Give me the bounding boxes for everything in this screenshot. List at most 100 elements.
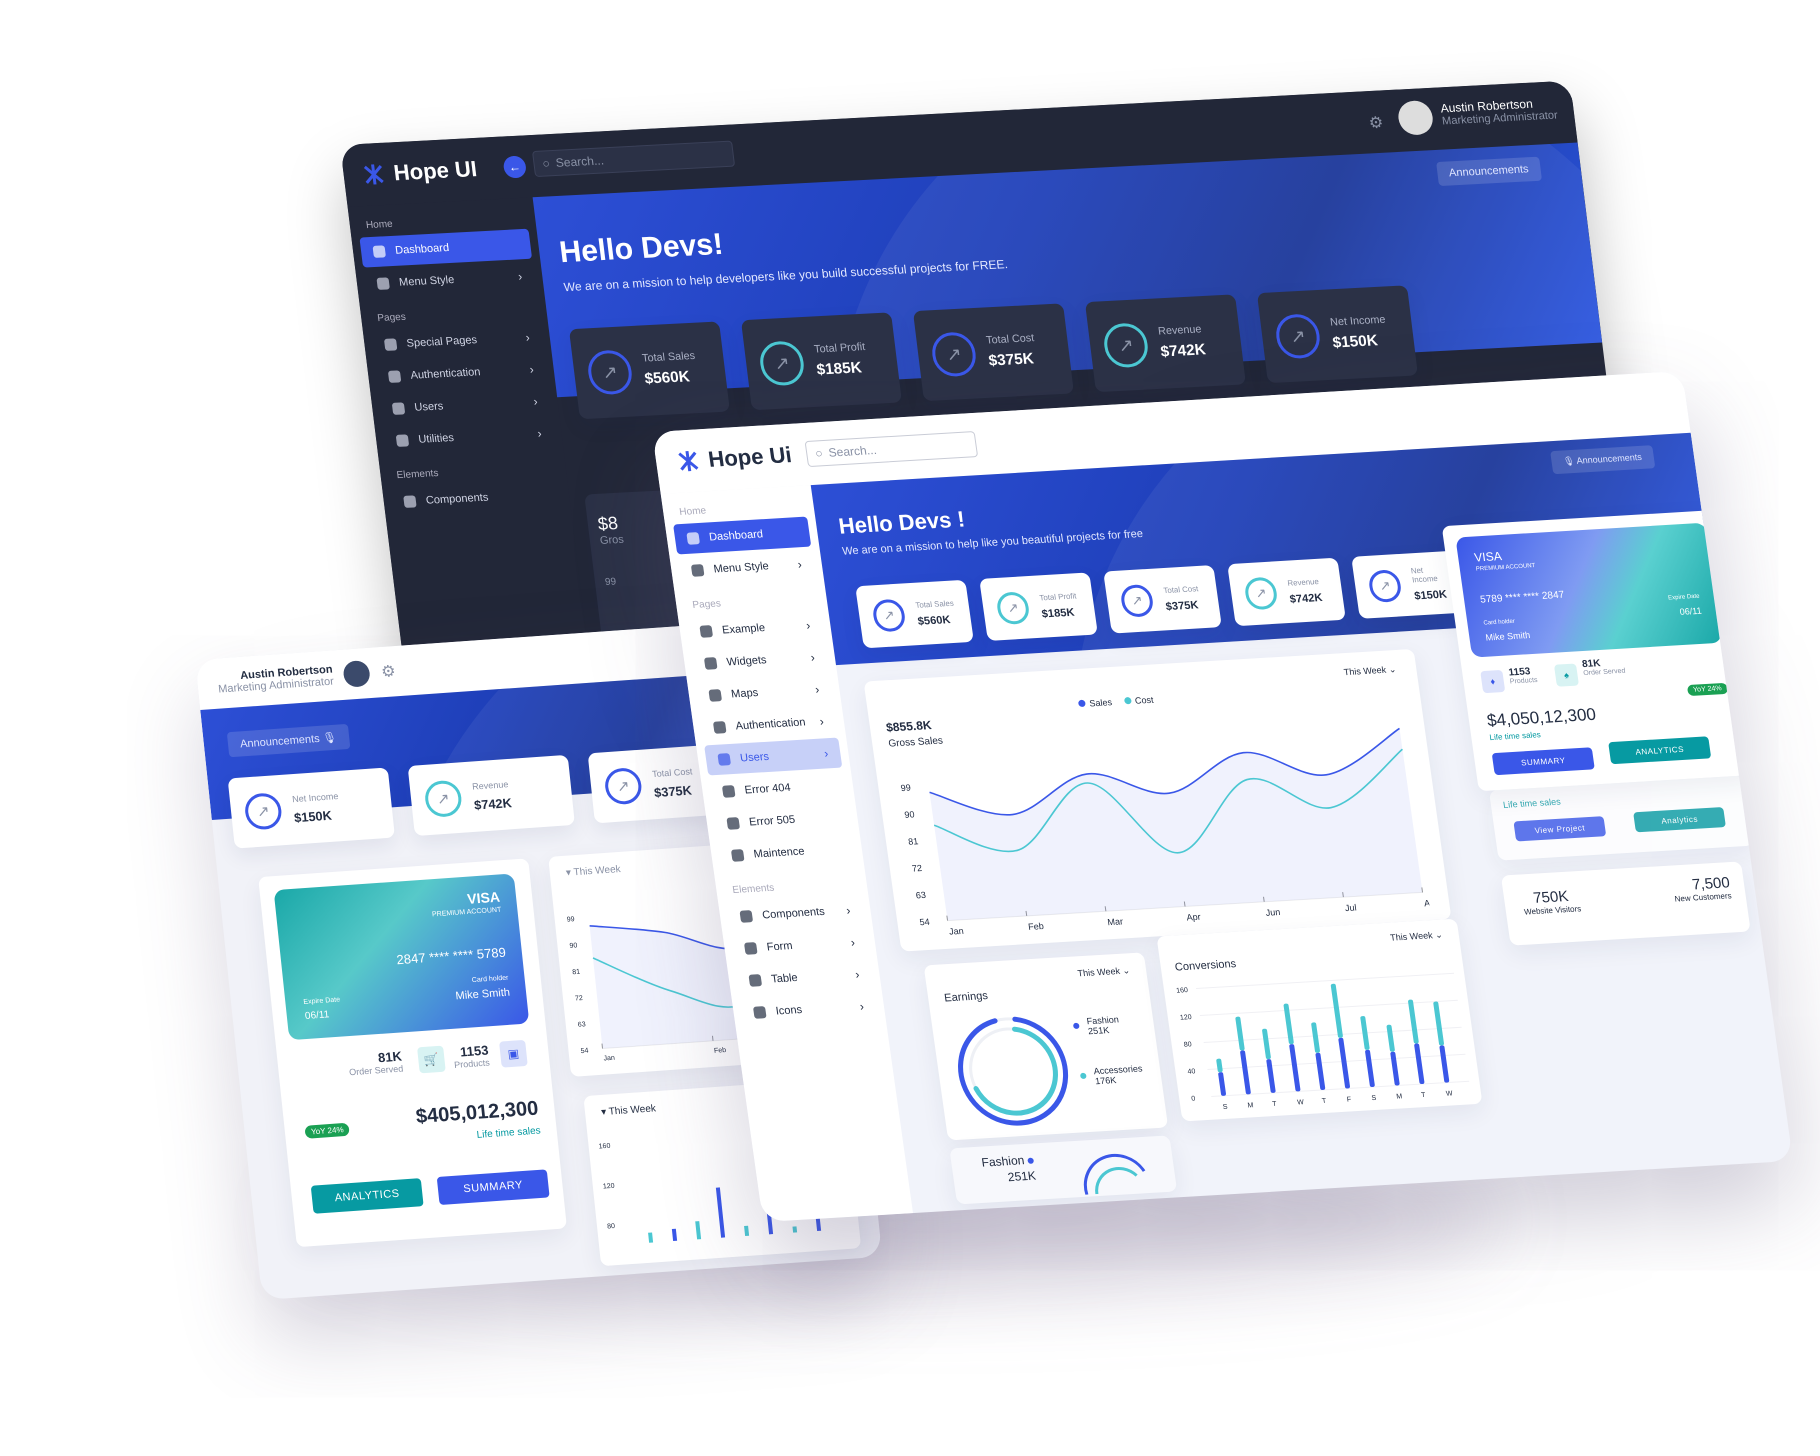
avatar[interactable] xyxy=(1396,99,1435,136)
gross-sales-value: $855.8K xyxy=(885,717,933,735)
stat-card-total-cost[interactable]: ↗ Total Cost $375K xyxy=(1103,565,1222,634)
stat-card-total-sales[interactable]: ↗ Total Sales $560K xyxy=(568,321,730,420)
stat-value: $150K xyxy=(1331,332,1379,352)
analytics-button[interactable]: ANALYTICS xyxy=(1608,736,1712,765)
visa-card[interactable]: VISA PREMIUM ACCOUNT 2847 **** **** 5789… xyxy=(273,873,530,1041)
stat-card-revenue[interactable]: ↗ Revenue $742K xyxy=(1227,557,1346,627)
lifetime-sales-label: Life time sales xyxy=(476,1125,542,1141)
lifetime-sales-value: $405,012,300 xyxy=(414,1097,540,1128)
y-tick-label: 99 xyxy=(566,916,575,924)
collapse-sidebar-button[interactable]: ← xyxy=(502,155,528,179)
user-info[interactable]: Austin Robertson Marketing Administrator xyxy=(1440,95,1559,128)
x-tick-label: T xyxy=(1272,1101,1278,1108)
sidebar-item-icons[interactable]: Icons › xyxy=(740,991,878,1029)
announcements-button[interactable]: Announcements xyxy=(1435,156,1543,187)
x-tick-label: W xyxy=(1446,1090,1454,1097)
bar xyxy=(715,1187,726,1238)
legend-label: Cost xyxy=(1134,694,1155,706)
bar xyxy=(695,1221,702,1240)
period-dropdown[interactable]: This Week ⌄ xyxy=(1343,664,1397,678)
search-input[interactable]: ○ Search... xyxy=(804,430,979,468)
y-tick-label: 120 xyxy=(1180,1014,1193,1022)
card-number: 2847 **** **** 5789 xyxy=(395,944,507,968)
sidebar-item-components[interactable]: Components xyxy=(390,479,563,518)
bar-segment xyxy=(1240,1050,1251,1095)
analytics-button[interactable]: ANALYTICS xyxy=(310,1178,424,1214)
gear-icon[interactable]: ⚙ xyxy=(380,661,396,682)
sidebar-item-utilities[interactable]: Utilities › xyxy=(383,418,556,457)
bar-segment xyxy=(1289,1044,1301,1092)
arrow-ring-icon: ↗ xyxy=(757,340,807,387)
earnings-legend-item: Fashion 251K xyxy=(1072,1013,1137,1037)
sidebar-item-label: Dashboard xyxy=(394,241,450,257)
bar xyxy=(671,1228,678,1242)
donut-partial xyxy=(1083,1153,1146,1196)
analytics-button[interactable]: Analytics xyxy=(1633,806,1726,833)
announcements-button[interactable]: 🎙 Announcements xyxy=(1549,445,1656,475)
bar-segment xyxy=(1439,1045,1450,1083)
robot-icon xyxy=(699,625,714,638)
sidebar-item-menu-style[interactable]: Menu Style › xyxy=(363,261,536,300)
legend-item-sales[interactable]: Sales xyxy=(1077,697,1113,709)
logo: Hope UI xyxy=(360,156,478,188)
expire-date: 06/11 xyxy=(1679,605,1703,617)
chevron-right-icon: › xyxy=(818,714,825,729)
stat-card-total-sales[interactable]: ↗ Total Sales $560K xyxy=(855,579,974,649)
sidebar-item-maintence[interactable]: Maintence xyxy=(718,834,856,872)
conversions-card: Conversions This Week ⌄ 0 40 80 120 160 S M T W T… xyxy=(1156,918,1483,1122)
gridline xyxy=(1196,972,1455,990)
x-tick-label: T xyxy=(1322,1098,1328,1105)
period-dropdown[interactable]: This Week ⌄ xyxy=(1389,930,1443,944)
stat-card-total-cost[interactable]: ↗ Total Cost $375K xyxy=(912,303,1074,402)
arrow-ring-icon: ↗ xyxy=(1101,322,1151,369)
bag-icon: ▣ xyxy=(499,1039,528,1068)
stat-label: Total Profit xyxy=(813,340,866,356)
lifetime-sales-label: Life time sales xyxy=(1488,730,1542,743)
gear-icon[interactable]: ⚙ xyxy=(1368,113,1385,134)
stat-label: Total Sales xyxy=(914,598,955,610)
stat-value: $150K xyxy=(293,807,333,825)
legend-dot xyxy=(1077,699,1086,708)
chevron-right-icon: › xyxy=(814,682,821,697)
sidebar-item-menu-style[interactable]: Menu Style › xyxy=(678,549,816,587)
stat-card-net-income[interactable]: ↗ Net Income $150K xyxy=(227,767,395,849)
period-dropdown[interactable]: This Week ⌄ xyxy=(1077,965,1131,979)
logo-icon xyxy=(678,451,699,472)
warning-icon xyxy=(726,817,741,830)
avatar[interactable] xyxy=(341,660,371,688)
visa-card[interactable]: VISA PREMIUM ACCOUNT 5789 **** **** 2847… xyxy=(1455,522,1723,658)
user-info[interactable]: Austin Robertson Marketing Administrator xyxy=(216,664,335,696)
announcements-label: Announcements xyxy=(1448,163,1530,180)
donut-chart xyxy=(958,1016,1069,1126)
stat-card-revenue[interactable]: ↗ Revenue $742K xyxy=(407,754,575,837)
card-account-type: PREMIUM ACCOUNT xyxy=(1475,563,1536,573)
sidebar-item-label: Menu Style xyxy=(712,560,770,576)
y-tick-label: 90 xyxy=(904,809,915,820)
form-icon xyxy=(743,942,758,955)
line-chart: 54 63 72 81 90 99 Jan Feb Mar Apr Jun Jul Aug xyxy=(900,727,1430,937)
x-tick-label: Feb xyxy=(1028,921,1045,932)
components-icon xyxy=(403,495,417,508)
summary-button[interactable]: SUMMARY xyxy=(1491,747,1595,776)
search-input[interactable]: ○ Search... xyxy=(531,140,736,178)
stat-card-revenue[interactable]: ↗ Revenue $742K xyxy=(1084,294,1246,393)
view-project-button[interactable]: View Project xyxy=(1513,816,1607,842)
y-tick-label: 63 xyxy=(578,1021,587,1029)
period-dropdown[interactable]: ▾ This Week xyxy=(601,1103,657,1118)
stat-card-total-profit[interactable]: ↗ Total Profit $185K xyxy=(979,572,1098,641)
expire-date: 06/11 xyxy=(304,1009,330,1022)
stat-card-net-income[interactable]: ↗ Net Income $150K xyxy=(1256,285,1418,384)
bar-segment xyxy=(1315,1052,1326,1090)
announcements-button[interactable]: Announcements 🎙 xyxy=(226,723,350,758)
legend-item-cost[interactable]: Cost xyxy=(1123,695,1154,707)
table-icon xyxy=(748,974,763,987)
period-label: This Week xyxy=(573,863,622,879)
period-label: This Week xyxy=(1389,930,1434,943)
period-dropdown[interactable]: ▾ This Week xyxy=(565,864,621,879)
card-holder-label: Card holder xyxy=(471,974,509,985)
chevron-right-icon: › xyxy=(517,269,524,284)
stat-card-total-profit[interactable]: ↗ Total Profit $185K xyxy=(740,312,902,411)
summary-button[interactable]: SUMMARY xyxy=(436,1169,550,1205)
stat-label: Total Cost xyxy=(985,332,1035,347)
y-tick-label: 80 xyxy=(1183,1041,1192,1048)
